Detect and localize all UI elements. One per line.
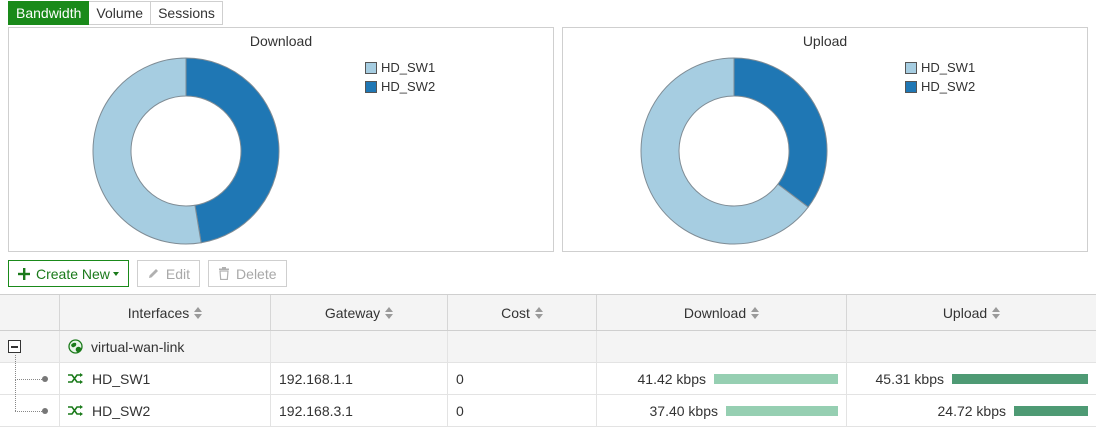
interface-name: HD_SW1 [92,370,151,387]
group-name-cell: virtual-wan-link [60,331,271,362]
download-bar [714,373,838,384]
shuffle-icon [68,405,83,416]
create-new-button[interactable]: Create New [8,260,129,287]
interface-name: HD_SW2 [92,402,151,419]
plus-icon [18,267,30,280]
group-download-cell [597,331,847,362]
tree-node-icon [42,376,48,382]
upload-cell: 24.72 kbps [847,395,1096,426]
sdwan-globe-icon [68,339,83,354]
collapse-icon[interactable] [8,340,21,353]
donut-slice-hd-sw1[interactable] [92,57,202,245]
header-upload[interactable]: Upload [847,295,1096,330]
download-cell: 37.40 kbps [597,395,847,426]
download-cell: 41.42 kbps [597,363,847,394]
header-gateway[interactable]: Gateway [271,295,448,330]
interface-cell: HD_SW1 [60,363,271,394]
group-cost-cell [448,331,597,362]
create-new-label: Create New [36,265,110,282]
gateway-cell: 192.168.3.1 [271,395,448,426]
expander-cell [0,331,60,362]
delete-label: Delete [236,265,277,282]
sort-icon [751,306,760,319]
table-row[interactable]: HD_SW1 192.168.1.1 0 41.42 kbps 45.31 kb… [0,355,1096,395]
trash-icon [218,267,230,280]
download-chart-panel: Download HD_SW1 HD_SW2 [8,27,554,252]
download-bar [726,405,838,416]
tab-bandwidth[interactable]: Bandwidth [8,1,90,25]
upload-legend: HD_SW1 HD_SW2 [905,58,975,96]
upload-value: 45.31 kbps [875,370,945,387]
edit-button[interactable]: Edit [136,260,201,287]
gateway-cell: 192.168.1.1 [271,363,448,394]
header-label: Gateway [324,304,381,321]
sort-icon [992,306,1001,319]
cost-cell: 0 [448,363,597,394]
chevron-down-icon [112,272,119,276]
legend-label: HD_SW1 [921,60,976,75]
legend-label: HD_SW2 [921,79,976,94]
header-download[interactable]: Download [597,295,847,330]
tree-node-icon [42,408,48,414]
tree-cell [0,355,60,394]
legend-swatch-hd-sw1 [365,61,377,74]
legend-swatch-hd-sw2 [905,80,917,93]
download-donut-chart [92,57,280,245]
legend-label: HD_SW2 [381,79,436,94]
shuffle-icon [68,373,83,384]
sort-icon [194,306,203,319]
header-label: Upload [942,304,988,321]
edit-label: Edit [165,265,191,282]
upload-chart-title: Upload [802,33,848,49]
legend-item-hd-sw1: HD_SW1 [365,58,435,77]
header-expander [0,295,60,330]
header-label: Interfaces [127,304,190,321]
upload-value: 24.72 kbps [937,402,1007,419]
cost-cell: 0 [448,395,597,426]
download-chart-title: Download [249,33,313,49]
download-value: 37.40 kbps [649,402,719,419]
legend-swatch-hd-sw1 [905,61,917,74]
sdwan-interfaces-table: Interfaces Gateway Cost Download Upload [0,294,1096,427]
upload-donut-chart [640,57,828,245]
header-label: Cost [501,304,530,321]
legend-item-hd-sw2: HD_SW2 [365,77,435,96]
header-label: Download [683,304,747,321]
tab-sessions[interactable]: Sessions [151,1,223,25]
upload-chart-panel: Upload HD_SW1 HD_SW2 [562,27,1088,252]
delete-button[interactable]: Delete [208,260,287,287]
upload-bar [1014,405,1088,416]
download-legend: HD_SW1 HD_SW2 [365,58,435,96]
donut-slice-hd-sw2[interactable] [185,57,280,244]
group-gateway-cell [271,331,448,362]
tab-volume[interactable]: Volume [89,1,152,25]
table-header: Interfaces Gateway Cost Download Upload [0,294,1096,331]
group-row-virtual-wan-link[interactable]: virtual-wan-link [0,331,1096,363]
legend-item-hd-sw2: HD_SW2 [905,77,975,96]
view-tabs: Bandwidth Volume Sessions [8,1,223,25]
upload-cell: 45.31 kbps [847,363,1096,394]
tree-cell [0,379,60,426]
toolbar: Create New Edit Delete [8,260,287,287]
legend-swatch-hd-sw2 [365,80,377,93]
donut-slice-hd-sw2[interactable] [733,57,828,208]
download-value: 41.42 kbps [637,370,707,387]
table-row[interactable]: HD_SW2 192.168.3.1 0 37.40 kbps 24.72 kb… [0,379,1096,427]
pencil-icon [147,267,160,280]
group-upload-cell [847,331,1096,362]
header-cost[interactable]: Cost [448,295,597,330]
legend-label: HD_SW1 [381,60,436,75]
sort-icon [534,306,543,319]
upload-bar [952,373,1088,384]
header-interfaces[interactable]: Interfaces [60,295,271,330]
sort-icon [385,306,394,319]
interface-cell: HD_SW2 [60,395,271,426]
legend-item-hd-sw1: HD_SW1 [905,58,975,77]
group-name: virtual-wan-link [91,338,185,355]
